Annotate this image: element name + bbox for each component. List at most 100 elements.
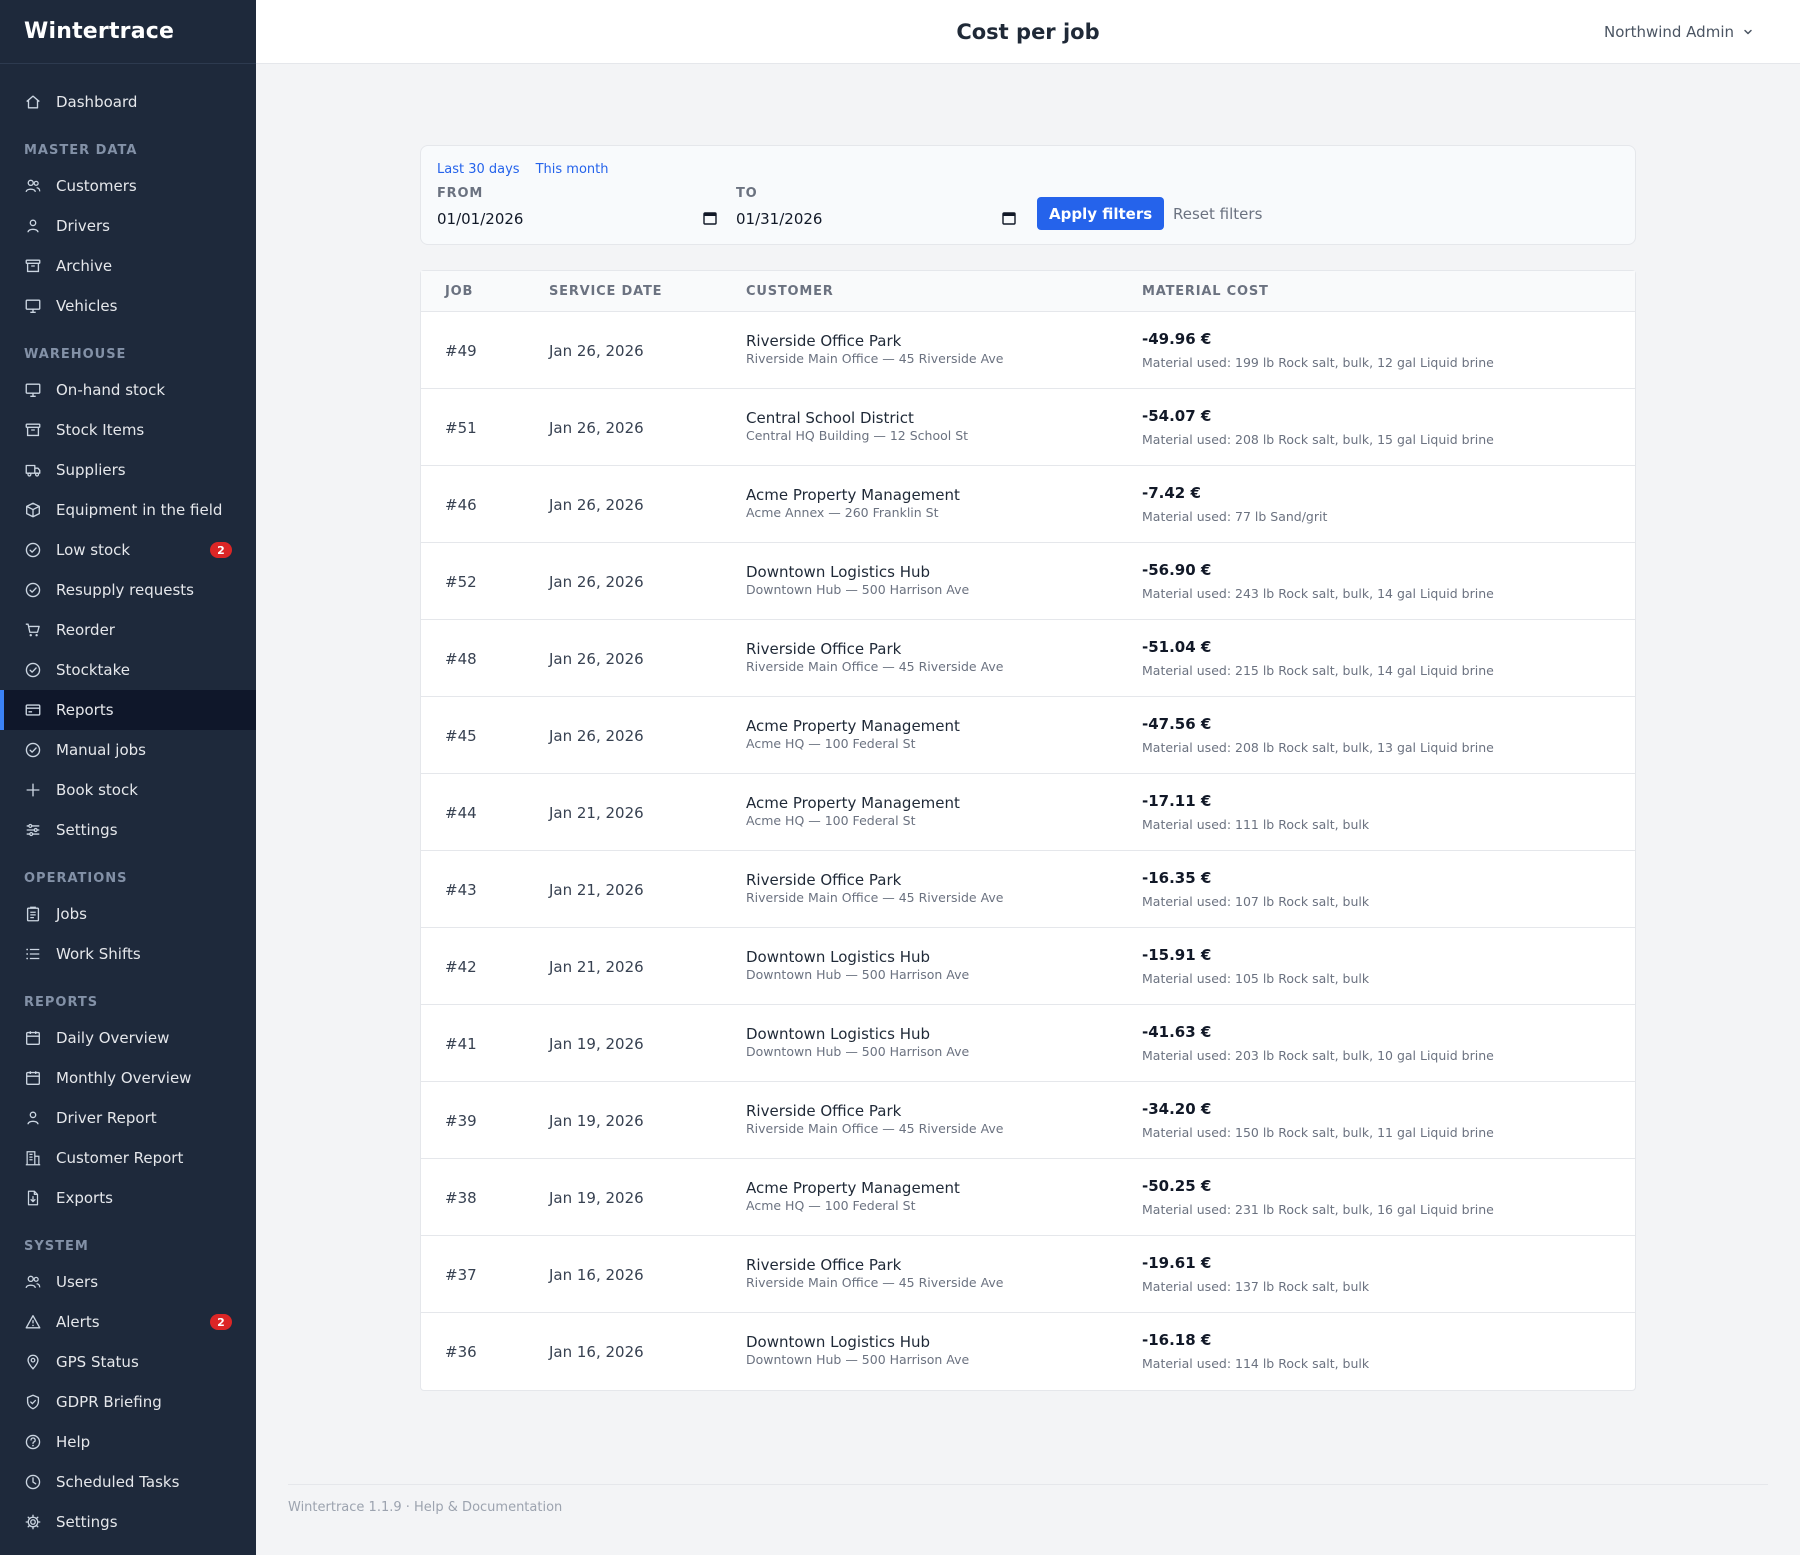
material-cost-cell: -47.56 € Material used: 208 lb Rock salt,… [1142,715,1494,756]
sidebar-item-label: Customer Report [56,1149,184,1167]
sidebar-item-stocktake[interactable]: Stocktake [0,650,256,690]
sidebar-item-suppliers[interactable]: Suppliers [0,450,256,490]
table-row[interactable]: #46 Jan 26, 2026 Acme Property Management A… [421,466,1635,543]
table-row[interactable]: #49 Jan 26, 2026 Riverside Office Park Rive… [421,312,1635,389]
sidebar-item-reports[interactable]: Reports [0,690,256,730]
sidebar-item-equipment-in-the-field[interactable]: Equipment in the field [0,490,256,530]
sidebar-item-on-hand-stock[interactable]: On-hand stock [0,370,256,410]
sidebar-item-book-stock[interactable]: Book stock [0,770,256,810]
sidebar-item-customer-report[interactable]: Customer Report [0,1138,256,1178]
sidebar-item-alerts[interactable]: Alerts 2 [0,1302,256,1342]
sidebar-item-driver-report[interactable]: Driver Report [0,1098,256,1138]
job-number[interactable]: #43 [445,851,477,928]
sidebar-item-label: Book stock [56,781,138,799]
table-row[interactable]: #45 Jan 26, 2026 Acme Property Management A… [421,697,1635,774]
material-cost-cell: -15.91 € Material used: 105 lb Rock salt,… [1142,946,1369,987]
sidebar-item-stock-items[interactable]: Stock Items [0,410,256,450]
cost-table: JOB SERVICE DATE CUSTOMER MATERIAL COST … [420,270,1636,1391]
home-icon [24,93,42,111]
customer-site: Riverside Main Office — 45 Riverside Ave [746,351,1004,366]
sidebar-item-vehicles[interactable]: Vehicles [0,286,256,326]
job-number[interactable]: #37 [445,1236,477,1313]
sidebar-item-label: Drivers [56,217,110,235]
sidebar-item-label: Users [56,1273,99,1291]
table-row[interactable]: #41 Jan 19, 2026 Downtown Logistics Hub Dow… [421,1005,1635,1082]
quick-range-last-30-days[interactable]: Last 30 days [437,162,520,177]
material-cost-value: -41.63 € [1142,1023,1212,1041]
table-row[interactable]: #37 Jan 16, 2026 Riverside Office Park Rive… [421,1236,1635,1313]
sidebar-item-manual-jobs[interactable]: Manual jobs [0,730,256,770]
user-icon [24,1109,42,1127]
sidebar-item-customers[interactable]: Customers [0,166,256,206]
check-circle-icon [24,581,42,599]
table-row[interactable]: #51 Jan 26, 2026 Central School District Ce… [421,389,1635,466]
cube-icon [24,501,42,519]
job-number[interactable]: #44 [445,774,477,851]
sidebar-item-settings[interactable]: Settings [0,1502,256,1542]
customer-name: Riverside Office Park [746,1102,902,1120]
sidebar-item-dashboard[interactable]: Dashboard [0,82,256,122]
table-row[interactable]: #44 Jan 21, 2026 Acme Property Management A… [421,774,1635,851]
job-number[interactable]: #38 [445,1159,477,1236]
job-number[interactable]: #39 [445,1082,477,1159]
table-row[interactable]: #39 Jan 19, 2026 Riverside Office Park Rive… [421,1082,1635,1159]
sidebar-item-label: Monthly Overview [56,1069,192,1087]
calendar-icon[interactable] [703,211,717,225]
reset-filters-button[interactable]: Reset filters [1173,197,1262,230]
check-circle-icon [24,741,42,759]
sidebar-item-drivers[interactable]: Drivers [0,206,256,246]
table-row[interactable]: #36 Jan 16, 2026 Downtown Logistics Hub Dow… [421,1313,1635,1390]
table-row[interactable]: #42 Jan 21, 2026 Downtown Logistics Hub Dow… [421,928,1635,1005]
sidebar-item-archive[interactable]: Archive [0,246,256,286]
check-circle-icon [24,541,42,559]
job-number[interactable]: #52 [445,543,477,620]
customer-name: Riverside Office Park [746,640,902,658]
quick-range-this-month[interactable]: This month [536,162,609,177]
customer-site: Riverside Main Office — 45 Riverside Ave [746,1275,1004,1290]
sidebar-item-settings[interactable]: Settings [0,810,256,850]
sidebar-item-gdpr-briefing[interactable]: GDPR Briefing [0,1382,256,1422]
job-number[interactable]: #49 [445,312,477,389]
job-number[interactable]: #42 [445,928,477,1005]
sidebar-item-label: Reorder [56,621,115,639]
sidebar-item-gps-status[interactable]: GPS Status [0,1342,256,1382]
job-number[interactable]: #36 [445,1313,477,1390]
sidebar-item-daily-overview[interactable]: Daily Overview [0,1018,256,1058]
sidebar-item-jobs[interactable]: Jobs [0,894,256,934]
job-number[interactable]: #51 [445,389,477,466]
sidebar-item-exports[interactable]: Exports [0,1178,256,1218]
sidebar-item-label: Alerts [56,1313,100,1331]
customer-name: Downtown Logistics Hub [746,1025,931,1043]
table-row[interactable]: #48 Jan 26, 2026 Riverside Office Park Rive… [421,620,1635,697]
job-number[interactable]: #41 [445,1005,477,1082]
sidebar-item-monthly-overview[interactable]: Monthly Overview [0,1058,256,1098]
sidebar-item-scheduled-tasks[interactable]: Scheduled Tasks [0,1462,256,1502]
table-row[interactable]: #38 Jan 19, 2026 Acme Property Management A… [421,1159,1635,1236]
job-number[interactable]: #45 [445,697,477,774]
sidebar-item-users[interactable]: Users [0,1262,256,1302]
customer-site: Riverside Main Office — 45 Riverside Ave [746,659,1004,674]
apply-filters-button[interactable]: Apply filters [1037,197,1165,230]
service-date: Jan 26, 2026 [549,495,644,514]
sidebar-item-label: Settings [56,1513,118,1531]
to-date-input[interactable]: 01/31/2026 [736,204,1018,234]
sidebar-item-reorder[interactable]: Reorder [0,610,256,650]
sidebar-item-low-stock[interactable]: Low stock 2 [0,530,256,570]
nav-section-system: SYSTEM [24,1239,89,1254]
user-menu[interactable]: Northwind Admin [1604,0,1754,64]
job-number[interactable]: #46 [445,466,477,543]
from-date-input[interactable]: 01/01/2026 [437,204,719,234]
material-used: Material used: 231 lb Rock salt, bulk, 1… [1142,1202,1494,1217]
job-number[interactable]: #48 [445,620,477,697]
users-icon [24,177,42,195]
service-date: Jan 26, 2026 [549,726,644,745]
sidebar-item-resupply-requests[interactable]: Resupply requests [0,570,256,610]
brand-logo[interactable]: Wintertrace [0,0,256,64]
calendar-icon[interactable] [1002,211,1016,225]
table-row[interactable]: #43 Jan 21, 2026 Riverside Office Park Rive… [421,851,1635,928]
sidebar-item-help[interactable]: Help [0,1422,256,1462]
table-row[interactable]: #52 Jan 26, 2026 Downtown Logistics Hub Dow… [421,543,1635,620]
sidebar-item-label: Archive [56,257,113,275]
sidebar-item-label: Stock Items [56,421,145,439]
sidebar-item-work-shifts[interactable]: Work Shifts [0,934,256,974]
